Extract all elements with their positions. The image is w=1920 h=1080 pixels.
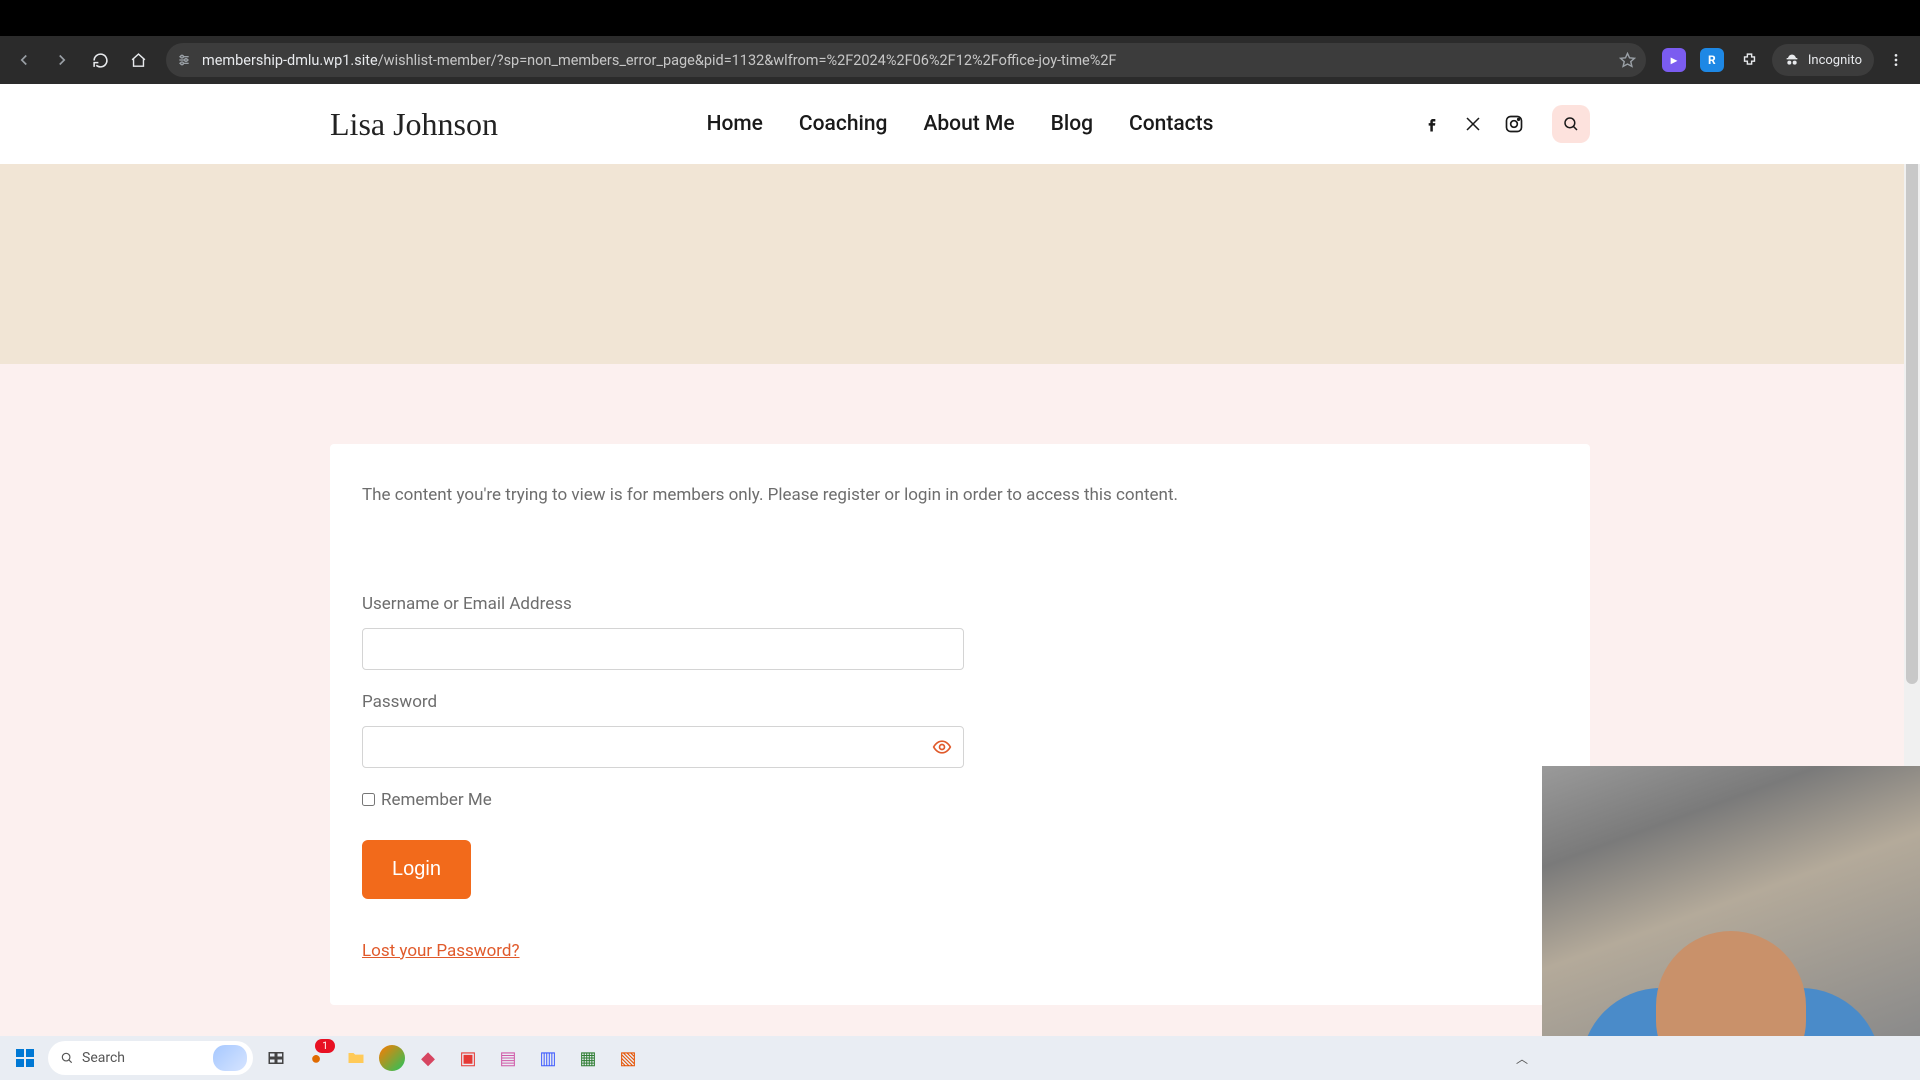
lost-password-link[interactable]: Lost your Password? — [362, 941, 520, 961]
windows-logo-icon — [16, 1049, 34, 1067]
chrome-menu-button[interactable] — [1880, 44, 1912, 76]
extensions-button[interactable] — [1734, 44, 1766, 76]
hero-band — [0, 164, 1920, 364]
taskbar-search[interactable]: Search — [48, 1041, 253, 1075]
search-icon — [1562, 115, 1580, 133]
show-hidden-icons[interactable]: ︿ — [1516, 1050, 1528, 1067]
x-twitter-icon[interactable] — [1464, 115, 1482, 133]
login-card: The content you're trying to view is for… — [330, 444, 1590, 1005]
home-button[interactable] — [122, 44, 154, 76]
file-explorer-button[interactable] — [339, 1041, 373, 1075]
back-button[interactable] — [8, 44, 40, 76]
extension-2[interactable]: R — [1696, 44, 1728, 76]
nav-contacts[interactable]: Contacts — [1129, 112, 1213, 136]
taskbar-app-7[interactable]: ▦ — [571, 1041, 605, 1075]
start-button[interactable] — [8, 1041, 42, 1075]
nav-about-me[interactable]: About Me — [923, 112, 1014, 136]
incognito-label: Incognito — [1808, 53, 1862, 68]
nav-home[interactable]: Home — [707, 112, 763, 136]
remember-me-checkbox[interactable] — [362, 793, 375, 806]
scrollbar-thumb[interactable] — [1906, 84, 1918, 684]
browser-tabstrip — [0, 0, 1920, 36]
reload-button[interactable] — [84, 44, 116, 76]
login-form: Username or Email Address Password Remem… — [362, 594, 1558, 961]
members-only-notice: The content you're trying to view is for… — [362, 484, 1558, 508]
windows-taskbar: Search ● ◆ ▣ ▤ ▥ ▦ ▧ ︿ — [0, 1036, 1920, 1080]
site-header: Lisa Johnson Home Coaching About Me Blog… — [0, 84, 1920, 164]
main-nav: Home Coaching About Me Blog Contacts — [707, 112, 1214, 136]
webcam-overlay — [1542, 766, 1920, 1036]
nav-coaching[interactable]: Coaching — [799, 112, 888, 136]
forward-button — [46, 44, 78, 76]
search-icon — [60, 1051, 74, 1065]
password-field[interactable] — [362, 726, 964, 768]
nav-blog[interactable]: Blog — [1051, 112, 1093, 136]
taskbar-app-5[interactable]: ▤ — [491, 1041, 525, 1075]
site-logo[interactable]: Lisa Johnson — [330, 106, 498, 143]
bookmark-icon[interactable] — [1619, 52, 1636, 69]
remember-me-label: Remember Me — [381, 790, 492, 810]
site-settings-icon[interactable] — [176, 52, 192, 68]
incognito-icon — [1784, 52, 1800, 68]
remember-me-row[interactable]: Remember Me — [362, 790, 1558, 810]
task-view-button[interactable] — [259, 1041, 293, 1075]
weather-icon — [213, 1045, 247, 1071]
incognito-indicator[interactable]: Incognito — [1772, 44, 1874, 76]
username-field[interactable] — [362, 628, 964, 670]
show-password-icon[interactable] — [932, 737, 952, 757]
taskbar-app-8[interactable]: ▧ — [611, 1041, 645, 1075]
taskbar-app-6[interactable]: ▥ — [531, 1041, 565, 1075]
facebook-icon[interactable] — [1422, 114, 1442, 134]
search-button[interactable] — [1552, 105, 1590, 143]
username-label: Username or Email Address — [362, 594, 1558, 614]
page-viewport: Lisa Johnson Home Coaching About Me Blog… — [0, 84, 1920, 1036]
password-label: Password — [362, 692, 1558, 712]
taskbar-app-2[interactable] — [379, 1045, 405, 1071]
url-text: membership-dmlu.wp1.site/wishlist-member… — [202, 52, 1609, 69]
login-button[interactable]: Login — [362, 840, 471, 899]
header-right — [1422, 105, 1590, 143]
address-bar[interactable]: membership-dmlu.wp1.site/wishlist-member… — [166, 43, 1646, 77]
taskbar-app-3[interactable]: ◆ — [411, 1041, 445, 1075]
instagram-icon[interactable] — [1504, 114, 1524, 134]
taskbar-app-4[interactable]: ▣ — [451, 1041, 485, 1075]
taskbar-app-1[interactable]: ● — [299, 1041, 333, 1075]
browser-toolbar: membership-dmlu.wp1.site/wishlist-member… — [0, 36, 1920, 84]
taskbar-search-placeholder: Search — [82, 1050, 125, 1066]
extension-1[interactable]: ▸ — [1658, 44, 1690, 76]
